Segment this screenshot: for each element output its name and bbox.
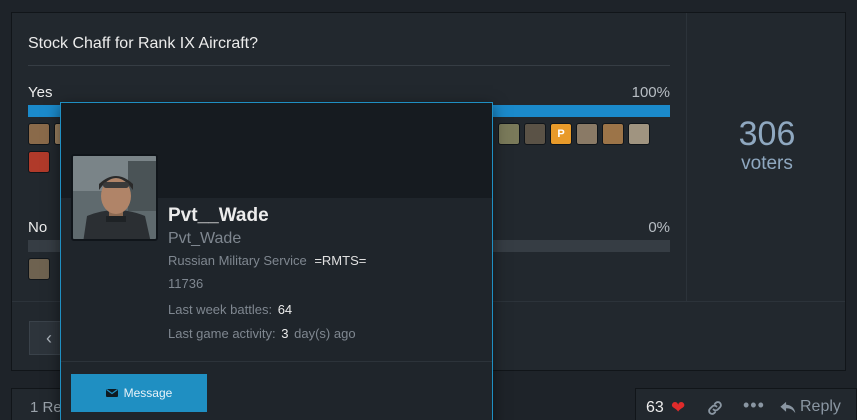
link-icon[interactable]	[706, 399, 724, 420]
profile-clan: Russian Military Service =RMTS=	[168, 253, 366, 268]
profile-card: Pvt__Wade Pvt_Wade Russian Military Serv…	[60, 102, 493, 420]
voter-avatar-letter[interactable]: P	[550, 123, 572, 145]
reply-label: Reply	[800, 398, 841, 415]
divider	[61, 361, 492, 362]
voter-avatar[interactable]	[28, 151, 50, 173]
voter-avatars-no	[28, 258, 50, 280]
message-label: Message	[123, 386, 173, 400]
option-label-no: No	[28, 219, 48, 236]
clan-tag[interactable]: =RMTS=	[314, 253, 366, 268]
reply-icon	[780, 401, 796, 413]
post-actions: 63 ❤ ••• Reply	[635, 388, 857, 420]
option-label-yes: Yes	[28, 84, 53, 101]
profile-avatar[interactable]	[71, 154, 158, 241]
stat-battles: Last week battles: 64	[168, 302, 293, 317]
voter-avatar[interactable]	[28, 123, 50, 145]
clan-name: Russian Military Service	[168, 253, 307, 268]
voter-word: voters	[741, 153, 793, 174]
replies-count[interactable]: 1 Re	[30, 399, 62, 416]
voter-avatar[interactable]	[602, 123, 624, 145]
voter-count: 306	[738, 115, 796, 153]
poll-title: Stock Chaff for Rank IX Aircraft?	[28, 35, 259, 52]
divider	[28, 65, 670, 66]
more-icon[interactable]: •••	[743, 395, 765, 416]
stat-activity-unit: day(s) ago	[294, 326, 356, 341]
envelope-icon	[105, 389, 118, 397]
voter-avatars-yes-row1-right: P	[498, 123, 650, 145]
option-percent-yes: 100%	[631, 84, 670, 101]
voter-avatar[interactable]	[628, 123, 650, 145]
reaction-count[interactable]: 63	[646, 399, 664, 417]
option-percent-no: 0%	[648, 219, 670, 236]
reply-button[interactable]: Reply	[779, 398, 841, 416]
message-button[interactable]: Message	[71, 374, 207, 412]
voter-avatar[interactable]	[498, 123, 520, 145]
chevron-left-icon: ‹	[46, 327, 52, 348]
profile-name[interactable]: Pvt__Wade	[168, 205, 269, 227]
stat-activity: Last game activity: 3 day(s) ago	[168, 326, 356, 341]
profile-user-id: 11736	[168, 276, 204, 291]
voter-avatar[interactable]	[524, 123, 546, 145]
voter-avatar[interactable]	[576, 123, 598, 145]
profile-handle: Pvt_Wade	[168, 230, 242, 247]
stat-activity-value: 3	[281, 326, 289, 341]
heart-icon[interactable]: ❤	[671, 398, 685, 418]
voter-total: 306 voters	[688, 13, 846, 301]
voter-avatar[interactable]	[28, 258, 50, 280]
stat-activity-label: Last game activity	[168, 326, 273, 341]
stat-battles-label: Last week battles	[168, 302, 269, 317]
stat-battles-value: 64	[277, 302, 293, 317]
voter-avatars-yes-row2	[28, 151, 50, 173]
